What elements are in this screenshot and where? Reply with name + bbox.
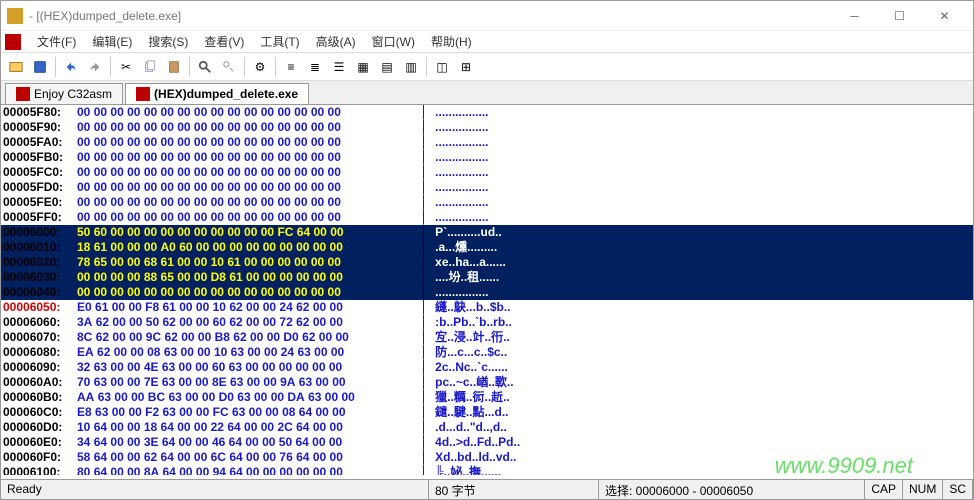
menu-file[interactable]: 文件(F) [29,33,84,50]
hex-row[interactable]: 000060B0:AA 63 00 00 BC 63 00 00 D0 63 0… [1,390,973,405]
grid3-icon[interactable]: ▥ [400,56,422,78]
find-next-icon[interactable] [218,56,240,78]
hex-row[interactable]: 00005F90:00 00 00 00 00 00 00 00 00 00 0… [1,120,973,135]
hex-row[interactable]: 00006100:80 64 00 00 8A 64 00 00 94 64 0… [1,465,973,475]
save-icon[interactable] [29,56,51,78]
hex-row[interactable]: 00005FA0:00 00 00 00 00 00 00 00 00 00 0… [1,135,973,150]
status-ready: Ready [1,480,429,499]
hex-row[interactable]: 00005FC0:00 00 00 00 00 00 00 00 00 00 0… [1,165,973,180]
grid1-icon[interactable]: ▦ [352,56,374,78]
hex-row[interactable]: 000060C0:E8 63 00 00 F2 63 00 00 FC 63 0… [1,405,973,420]
menu-app-icon [5,34,21,50]
menu-view[interactable]: 查看(V) [196,33,252,50]
hex-row[interactable]: 00005FD0:00 00 00 00 00 00 00 00 00 00 0… [1,180,973,195]
hex-row[interactable]: 00006020:78 65 00 00 68 61 00 00 10 61 0… [1,255,973,270]
hex-row[interactable]: 00006070:8C 62 00 00 9C 62 00 00 B8 62 0… [1,330,973,345]
hex-row[interactable]: 000060E0:34 64 00 00 3E 64 00 00 46 64 0… [1,435,973,450]
hex-row[interactable]: 00005FB0:00 00 00 00 00 00 00 00 00 00 0… [1,150,973,165]
undo-icon[interactable] [60,56,82,78]
hex-row[interactable]: 000060A0:70 63 00 00 7E 63 00 00 8E 63 0… [1,375,973,390]
tab-icon [136,87,150,101]
find-icon[interactable] [194,56,216,78]
statusbar: Ready 80 字节 选择: 00006000 - 00006050 CAP … [1,479,973,499]
tab-icon [16,87,30,101]
grid2-icon[interactable]: ▤ [376,56,398,78]
menu-edit[interactable]: 编辑(E) [84,33,140,50]
hex-row[interactable]: 00006040:00 00 00 00 00 00 00 00 00 00 0… [1,285,973,300]
menu-help[interactable]: 帮助(H) [423,33,480,50]
hex-row[interactable]: 00006010:18 61 00 00 00 A0 60 00 00 00 0… [1,240,973,255]
open-icon[interactable] [5,56,27,78]
maximize-button[interactable]: ☐ [877,2,922,30]
hex-row[interactable]: 00005FE0:00 00 00 00 00 00 00 00 00 00 0… [1,195,973,210]
tabstrip: Enjoy C32asm (HEX)dumped_delete.exe [1,81,973,105]
window-title: - [(HEX)dumped_delete.exe] [29,9,832,23]
tool-icon[interactable]: ⚙ [249,56,271,78]
status-caps: CAP [865,480,903,499]
titlebar: - [(HEX)dumped_delete.exe] ─ ☐ ✕ [1,1,973,31]
hex-row[interactable]: 00006050:E0 61 00 00 F8 61 00 00 10 62 0… [1,300,973,315]
cut-icon[interactable]: ✂ [115,56,137,78]
hex-row[interactable]: 00006090:32 63 00 00 4E 63 00 00 60 63 0… [1,360,973,375]
hex-row[interactable]: 00006060:3A 62 00 00 50 62 00 00 60 62 0… [1,315,973,330]
toolbar: ✂ ⚙ ≡ ≣ ☰ ▦ ▤ ▥ ◫ ⊞ [1,53,973,81]
menu-window[interactable]: 窗口(W) [364,33,423,50]
hex-row[interactable]: 00005F80:00 00 00 00 00 00 00 00 00 00 0… [1,105,973,120]
redo-icon[interactable] [84,56,106,78]
align-center-icon[interactable]: ≣ [304,56,326,78]
status-num: NUM [903,480,943,499]
status-selection: 选择: 00006000 - 00006050 [599,480,865,499]
block1-icon[interactable]: ◫ [431,56,453,78]
menu-search[interactable]: 搜索(S) [140,33,196,50]
hex-row[interactable]: 00005FF0:00 00 00 00 00 00 00 00 00 00 0… [1,210,973,225]
tab-dumped[interactable]: (HEX)dumped_delete.exe [125,83,309,104]
hex-row[interactable]: 00006080:EA 62 00 00 08 63 00 00 10 63 0… [1,345,973,360]
hex-editor[interactable]: 00005F80:00 00 00 00 00 00 00 00 00 00 0… [1,105,973,475]
align-right-icon[interactable]: ☰ [328,56,350,78]
paste-icon[interactable] [163,56,185,78]
app-icon [7,8,23,24]
hex-row[interactable]: 00006030:00 00 00 00 88 65 00 00 D8 61 0… [1,270,973,285]
copy-icon[interactable] [139,56,161,78]
status-bytes: 80 字节 [429,480,599,499]
hex-row[interactable]: 000060D0:10 64 00 00 18 64 00 00 22 64 0… [1,420,973,435]
menu-advanced[interactable]: 高级(A) [308,33,364,50]
status-scrl: SC [943,480,973,499]
menubar: 文件(F) 编辑(E) 搜索(S) 查看(V) 工具(T) 高级(A) 窗口(W… [1,31,973,53]
menu-tools[interactable]: 工具(T) [252,33,307,50]
tab-enjoy[interactable]: Enjoy C32asm [5,83,123,104]
hex-row[interactable]: 00006000:50 60 00 00 00 00 00 00 00 00 0… [1,225,973,240]
minimize-button[interactable]: ─ [832,2,877,30]
hex-row[interactable]: 000060F0:58 64 00 00 62 64 00 00 6C 64 0… [1,450,973,465]
close-button[interactable]: ✕ [922,2,967,30]
block2-icon[interactable]: ⊞ [455,56,477,78]
align-left-icon[interactable]: ≡ [280,56,302,78]
